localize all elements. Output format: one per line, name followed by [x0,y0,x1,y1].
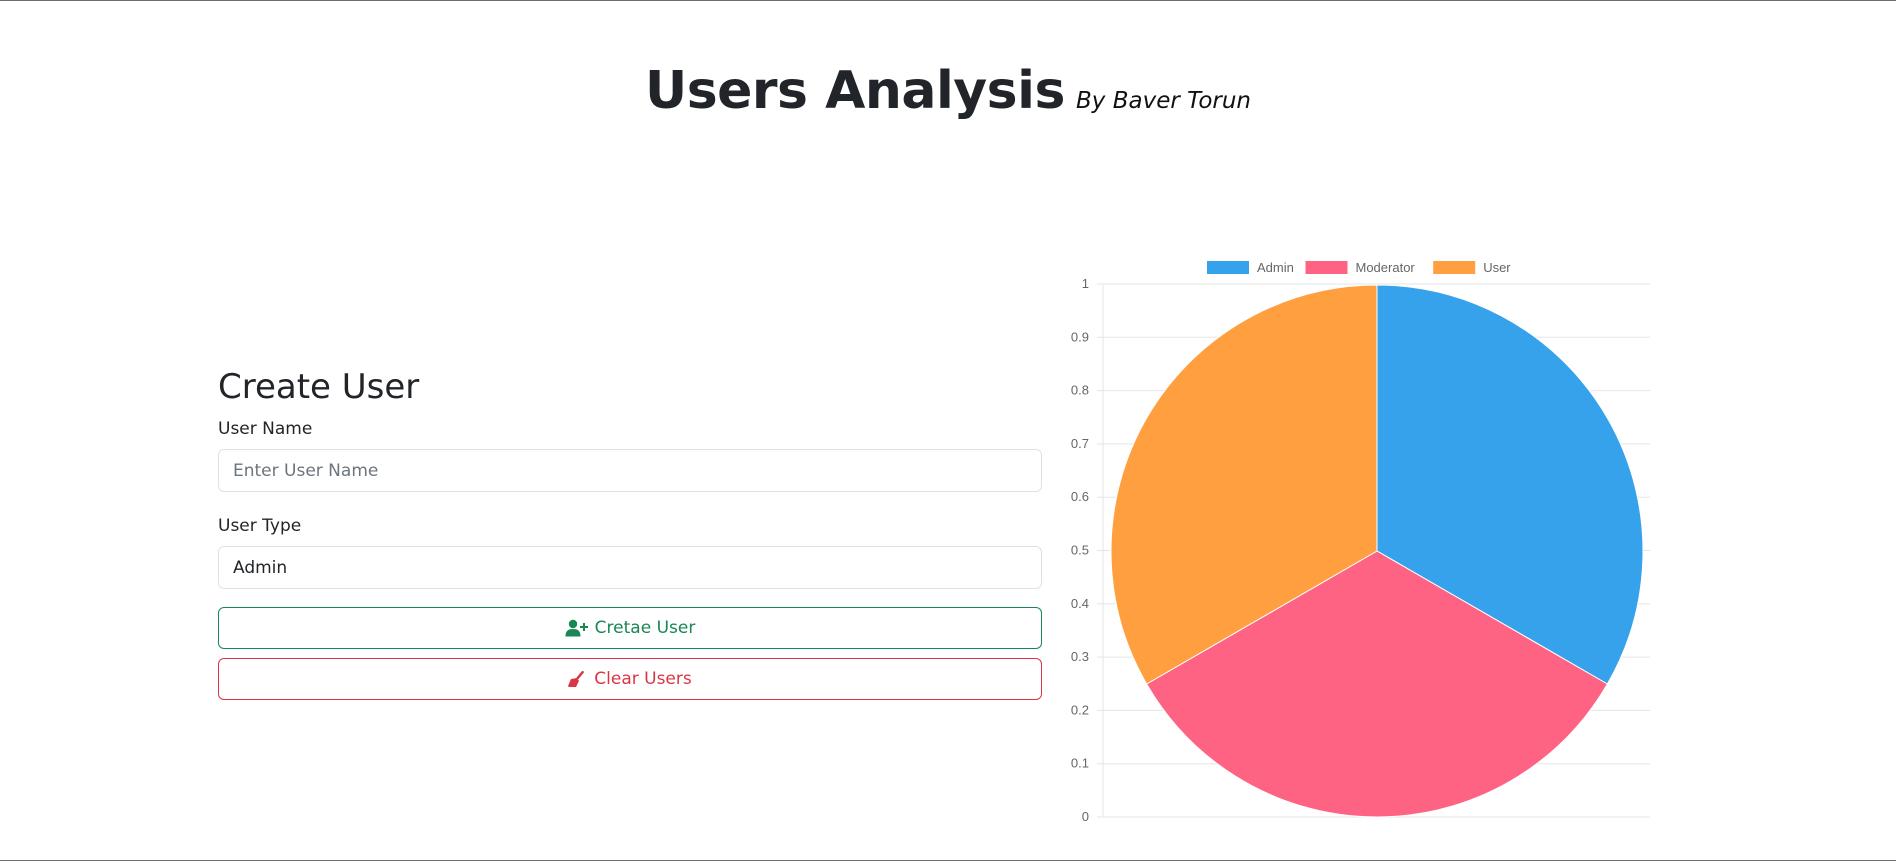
legend-label-admin: Admin [1257,260,1294,275]
y-tick-label: 1 [1082,276,1089,291]
y-tick-label: 0.5 [1071,543,1089,558]
y-tick-label: 0.4 [1071,596,1089,611]
y-tick-label: 0.9 [1071,329,1089,344]
legend-swatch-admin [1207,261,1249,274]
legend-label-moderator: Moderator [1356,260,1416,275]
create-user-button-label: Cretae User [594,618,696,638]
chart-canvas: 1 0.9 0.8 0.7 0.6 0.5 0.4 0.3 0.2 0.1 0 Admin Modera… [1071,260,1650,824]
clear-users-button[interactable]: Clear Users [218,658,1042,700]
page-title: Users Analysis [644,61,1065,121]
clear-users-button-label: Clear Users [594,669,692,689]
legend-label-user: User [1483,260,1511,275]
y-tick-label: 0.8 [1071,383,1089,398]
y-tick-label: 0.2 [1071,702,1089,717]
y-tick-label: 0 [1082,809,1089,824]
user-type-label: User Type [218,516,302,536]
user-type-selected-value: Admin [233,557,288,578]
legend-swatch-moderator [1305,261,1348,274]
create-user-button[interactable]: Cretae User [218,607,1042,649]
y-tick-label: 0.6 [1071,489,1089,504]
user-name-label: User Name [218,419,313,439]
user-type-select[interactable]: Admin [218,546,1042,589]
page-header: Users Analysis By Baver Torun [0,61,1896,121]
create-user-form: Create User User Name User Type Admin Cr… [218,367,1042,700]
page-subtitle: By Baver Torun [1076,88,1252,114]
y-tick-label: 0.7 [1071,436,1089,451]
users-pie-chart: 1 0.9 0.8 0.7 0.6 0.5 0.4 0.3 0.2 0.1 0 Admin Modera… [1055,251,1655,831]
user-plus-icon [565,619,589,637]
user-name-input[interactable] [218,449,1042,492]
y-tick-label: 0.3 [1071,649,1089,664]
broom-icon [568,670,588,688]
form-heading: Create User [218,367,420,407]
legend-swatch-user [1433,261,1476,274]
y-tick-label: 0.1 [1071,756,1089,771]
